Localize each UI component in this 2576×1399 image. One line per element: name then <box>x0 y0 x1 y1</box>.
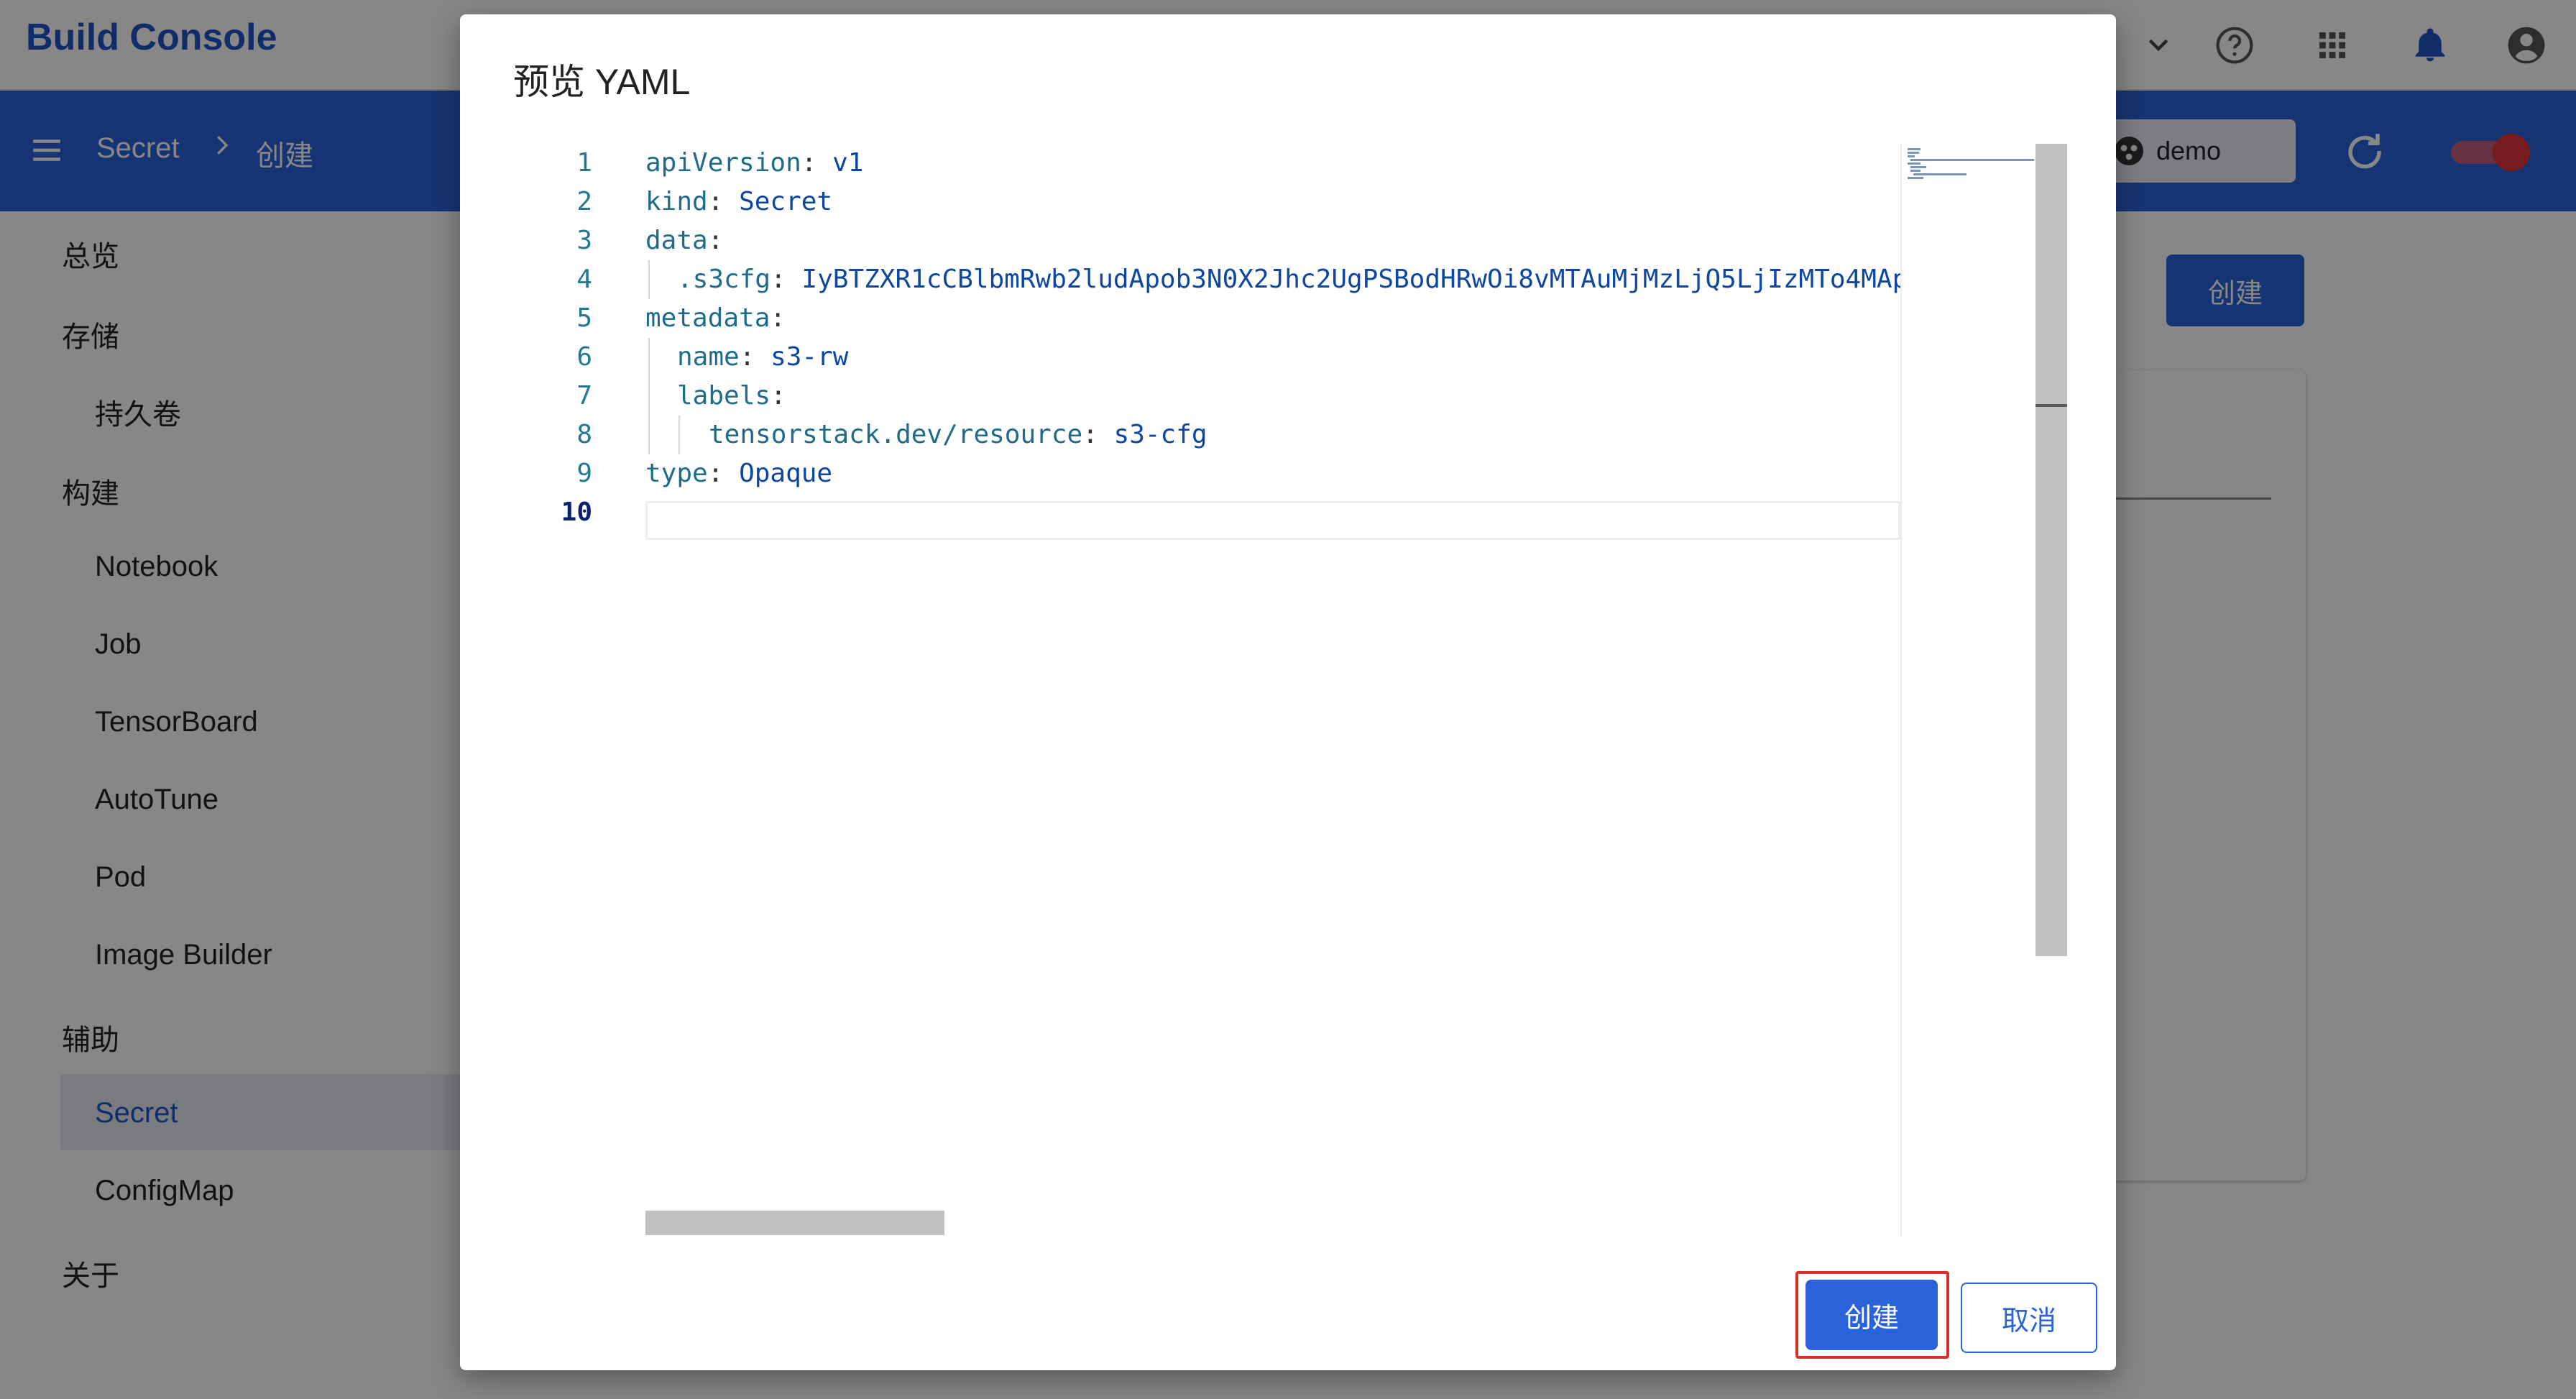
yaml-value: IyBTZXR1cCBlbmRwb2ludApob3N0X2Jhc2UgPSBo… <box>801 265 1900 294</box>
line-number: 2 <box>576 187 592 216</box>
yaml-value: s3-cfg <box>1113 420 1208 449</box>
code-area[interactable]: apiVersion: v1 kind: Secret data: .s3cfg… <box>645 144 1900 1237</box>
yaml-value: Opaque <box>739 459 833 488</box>
code-line-2: kind: Secret <box>645 187 833 216</box>
line-number: 3 <box>576 226 592 255</box>
code-line-7: labels: <box>677 381 786 410</box>
horizontal-scrollbar[interactable] <box>645 1211 944 1235</box>
yaml-key: name <box>677 342 740 372</box>
vertical-scrollbar[interactable] <box>2036 144 2067 956</box>
dialog-cancel-button[interactable]: 取消 <box>1961 1283 2097 1353</box>
code-line-3: data: <box>645 226 724 255</box>
yaml-value: v1 <box>832 148 864 178</box>
line-number: 6 <box>576 342 592 372</box>
yaml-key: data <box>645 226 708 255</box>
yaml-key: apiVersion <box>645 148 801 178</box>
preview-yaml-dialog: 预览 YAML 1 2 3 4 5 6 7 8 9 10 apiVersion:… <box>460 14 2116 1370</box>
line-number-active: 10 <box>561 497 592 527</box>
indent-guide <box>648 260 650 299</box>
line-number: 7 <box>576 381 592 410</box>
indent-guide <box>648 338 650 454</box>
code-line-6: name: s3-rw <box>677 342 849 372</box>
line-number: 8 <box>576 420 592 449</box>
dialog-title: 预览 YAML <box>513 62 691 102</box>
code-line-5: metadata: <box>645 303 786 333</box>
line-number: 4 <box>576 265 592 294</box>
yaml-key: labels <box>677 381 771 410</box>
line-number: 9 <box>576 459 592 488</box>
yaml-key: type <box>645 459 708 488</box>
line-number: 5 <box>576 303 592 333</box>
yaml-key: .s3cfg <box>677 265 771 294</box>
code-line-9: type: Opaque <box>645 459 833 488</box>
minimap[interactable] <box>1900 144 2036 1237</box>
current-line-highlight <box>645 501 1900 540</box>
line-number: 1 <box>576 148 592 178</box>
yaml-key: kind <box>645 187 708 216</box>
yaml-editor[interactable]: 1 2 3 4 5 6 7 8 9 10 apiVersion: v1 kind… <box>503 144 2070 1237</box>
code-line-4: .s3cfg: IyBTZXR1cCBlbmRwb2ludApob3N0X2Jh… <box>677 260 1900 299</box>
yaml-value: Secret <box>739 187 833 216</box>
code-line-1: apiVersion: v1 <box>645 148 864 178</box>
dialog-create-button[interactable]: 创建 <box>1806 1280 1938 1350</box>
indent-guide <box>678 416 680 454</box>
scrollbar-position-marker <box>2036 404 2067 407</box>
yaml-key: metadata <box>645 303 770 333</box>
yaml-value: s3-rw <box>770 342 849 372</box>
code-line-8: tensorstack.dev/resource: s3-cfg <box>709 420 1208 449</box>
yaml-key: tensorstack.dev/resource <box>709 420 1083 449</box>
